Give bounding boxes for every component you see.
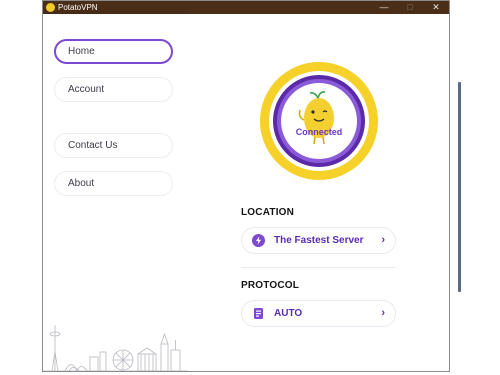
window-title: PotatoVPN: [58, 3, 98, 12]
connection-status-button[interactable]: Connected: [260, 62, 378, 180]
chevron-right-icon: ›: [381, 307, 385, 319]
location-title: LOCATION: [241, 207, 295, 218]
sidebar-item-contact-us[interactable]: Contact Us: [54, 133, 173, 158]
protocol-icon: [254, 308, 263, 319]
connection-status-label: Connected: [295, 127, 343, 137]
scrollbar[interactable]: [458, 82, 461, 292]
close-button[interactable]: ✕: [423, 1, 449, 14]
protocol-selector[interactable]: AUTO ›: [241, 300, 396, 327]
protocol-value: AUTO: [274, 308, 303, 319]
app-window: PotatoVPN — □ ✕ Home Account Contact Us …: [42, 0, 450, 372]
status-ring-icon: [260, 62, 378, 180]
sidebar-item-about[interactable]: About: [54, 171, 173, 196]
location-selector[interactable]: The Fastest Server ›: [241, 227, 396, 254]
minimize-button[interactable]: —: [371, 1, 397, 14]
maximize-button[interactable]: □: [397, 1, 423, 14]
bolt-icon: [252, 234, 265, 247]
divider: [241, 267, 396, 268]
sidebar-item-account[interactable]: Account: [54, 77, 173, 102]
protocol-title: PROTOCOL: [241, 280, 300, 291]
sidebar-item-home[interactable]: Home: [54, 39, 173, 64]
location-value: The Fastest Server: [274, 235, 364, 246]
sidebar: Home Account Contact Us About: [43, 14, 188, 371]
chevron-right-icon: ›: [381, 234, 385, 246]
main-panel: Connected LOCATION The Fastest Server › …: [188, 14, 449, 371]
title-bar[interactable]: PotatoVPN — □ ✕: [43, 1, 449, 14]
city-skyline-illustration: [43, 325, 188, 371]
app-logo-icon: [46, 3, 55, 12]
